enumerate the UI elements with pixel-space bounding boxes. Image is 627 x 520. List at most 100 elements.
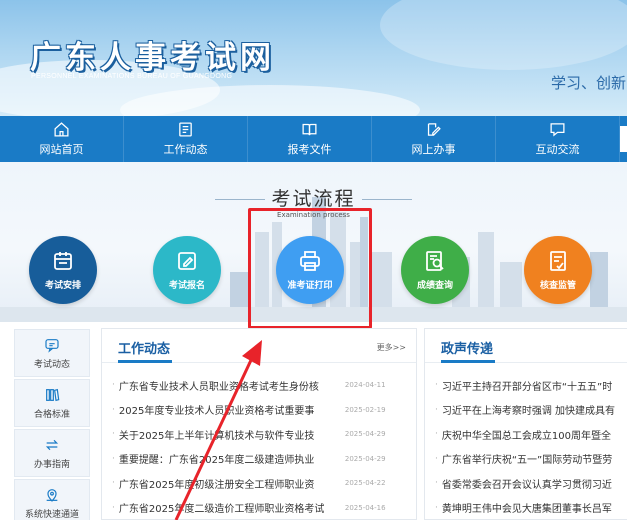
news-title[interactable]: 广东省专业技术人员职业资格考试考生身份核 <box>119 378 341 393</box>
bullet-dot: · <box>112 404 115 415</box>
sidebar-item-exam-news[interactable]: 考试动态 <box>14 329 90 377</box>
news-title[interactable]: 习近平主持召开部分省区市“十五五”时 <box>442 378 612 393</box>
politics-news-title[interactable]: 政声传递 <box>441 338 493 357</box>
step-verification-supervision-button[interactable]: 核查监管 <box>524 236 592 304</box>
step-label: 成绩查询 <box>416 281 453 291</box>
more-link[interactable]: 更多>> <box>377 342 406 353</box>
news-item[interactable]: · 黄坤明王伟中会见大唐集团董事长吕军 <box>435 496 627 520</box>
news-date: 2024-04-11 <box>344 381 386 390</box>
nav-item-label: 互动交流 <box>535 143 580 156</box>
step-label: 考试报名 <box>168 281 205 291</box>
news-title[interactable]: 广东省举行庆祝“五一”国际劳动节暨劳 <box>442 451 612 466</box>
sidebar-item-label: 办事指南 <box>33 459 70 470</box>
nav-item-label: 网站首页 <box>39 143 84 156</box>
step-score-query-button[interactable]: 成绩查询 <box>401 236 469 304</box>
title-underline <box>118 360 172 363</box>
search-doc-icon <box>426 251 444 271</box>
news-item[interactable]: · 重要提醒：广东省2025年度二级建造师执业 2025-04-29 <box>112 447 412 472</box>
news-title[interactable]: 习近平在上海考察时强调 加快建成具有 <box>442 402 615 417</box>
nav-item-home[interactable]: 网站首页 <box>0 116 124 162</box>
sidebar-item-label: 系统快速通道 <box>24 509 79 520</box>
step-exam-register-button[interactable]: 考试报名 <box>153 236 221 304</box>
books-icon <box>46 388 60 401</box>
bullet-dot: · <box>112 429 115 440</box>
news-title[interactable]: 省委常委会召开会议认真学习贯彻习近 <box>442 476 612 491</box>
bullet-dot: · <box>435 429 438 440</box>
panel-header: 政声传递 <box>425 329 627 363</box>
news-item[interactable]: · 广东省专业技术人员职业资格考试考生身份核 2024-04-11 <box>112 373 412 398</box>
step-exam-schedule-button[interactable]: 考试安排 <box>29 236 97 304</box>
work-news-title[interactable]: 工作动态 <box>118 338 170 357</box>
news-icon <box>179 122 192 137</box>
nav-item-work-news[interactable]: 工作动态 <box>124 116 248 162</box>
cloud-decoration <box>380 0 627 70</box>
sidebar-item-system-channel[interactable]: 系统快速通道 <box>14 479 90 520</box>
bullet-dot: · <box>435 453 438 464</box>
work-news-list: · 广东省专业技术人员职业资格考试考生身份核 2024-04-11 · 2025年度专… <box>112 373 412 520</box>
edit-icon <box>427 123 441 136</box>
site-header: 广东人事考试网 PERSONNEL EXAMINATIONS BUREAU OF… <box>0 0 627 116</box>
news-title[interactable]: 关于2025年上半年计算机技术与软件专业技 <box>119 427 341 442</box>
sidebar-item-pass-standard[interactable]: 合格标准 <box>14 379 90 427</box>
location-icon <box>46 488 58 502</box>
site-logo-subtitle: PERSONNEL EXAMINATIONS BUREAU OF GUANGDO… <box>31 73 233 80</box>
news-title[interactable]: 重要提醒：广东省2025年度二级建造师执业 <box>119 451 341 466</box>
step-label: 考试安排 <box>44 281 81 291</box>
sidebar-item-service-guide[interactable]: 办事指南 <box>14 429 90 477</box>
process-title: 考试流程 <box>0 184 627 211</box>
process-title-text: 考试流程 <box>271 188 356 210</box>
chat-icon <box>550 123 565 137</box>
news-item[interactable]: · 2025年度专业技术人员职业资格考试重要事 2025-02-19 <box>112 398 412 423</box>
news-date: 2025-04-29 <box>344 430 386 439</box>
nav-item-exam-docs[interactable]: 报考文件 <box>248 116 372 162</box>
site-logo-title[interactable]: 广东人事考试网 <box>30 32 275 77</box>
nav-item-label: 工作动态 <box>163 143 208 156</box>
news-item[interactable]: · 广东省2025年度初级注册安全工程师职业资 2025-04-22 <box>112 471 412 496</box>
bullet-dot: · <box>435 502 438 513</box>
bullet-dot: · <box>435 380 438 391</box>
bullet-dot: · <box>112 478 115 489</box>
title-underline <box>441 360 495 363</box>
step-label: 核查监管 <box>539 281 576 291</box>
pen-icon <box>178 252 196 270</box>
site-slogan: 学习、创新 <box>551 74 627 92</box>
bullet-dot: · <box>112 453 115 464</box>
book-icon <box>302 123 317 136</box>
sidebar-item-label: 合格标准 <box>33 409 70 420</box>
bullet-dot: · <box>112 380 115 391</box>
bullet-dot: · <box>112 502 115 513</box>
news-title[interactable]: 庆祝中华全国总工会成立100周年暨全 <box>442 427 611 442</box>
news-date: 2025-04-29 <box>344 454 386 463</box>
news-title[interactable]: 2025年度专业技术人员职业资格考试重要事 <box>119 402 341 417</box>
message-icon <box>45 338 59 353</box>
work-news-panel: 工作动态 更多>> · 广东省专业技术人员职业资格考试考生身份核 2024-04-1… <box>101 328 417 520</box>
home-icon <box>54 122 69 137</box>
nav-item-label: 报考文件 <box>287 143 332 156</box>
nav-partial-item <box>620 126 627 152</box>
news-date: 2025-04-22 <box>344 479 386 488</box>
news-item[interactable]: · 关于2025年上半年计算机技术与软件专业技 2025-04-29 <box>112 422 412 447</box>
panel-header: 工作动态 更多>> <box>102 329 416 363</box>
news-item[interactable]: · 习近平在上海考察时强调 加快建成具有 <box>435 398 627 423</box>
title-divider-right <box>361 199 412 200</box>
news-item[interactable]: · 习近平主持召开部分省区市“十五五”时 <box>435 373 627 398</box>
news-item[interactable]: · 广东省举行庆祝“五一”国际劳动节暨劳 <box>435 447 627 472</box>
nav-item-online-service[interactable]: 网上办事 <box>372 116 496 162</box>
nav-item-interaction[interactable]: 互动交流 <box>496 116 620 162</box>
news-title[interactable]: 黄坤明王伟中会见大唐集团董事长吕军 <box>442 500 612 515</box>
news-title[interactable]: 广东省2025年度初级注册安全工程师职业资 <box>119 476 341 491</box>
news-date: 2025-04-16 <box>344 503 386 512</box>
bullet-dot: · <box>435 404 438 415</box>
highlight-box <box>248 208 372 329</box>
verify-icon <box>550 251 566 271</box>
politics-news-list: · 习近平主持召开部分省区市“十五五”时 · 习近平在上海考察时强调 加快建成具有 … <box>435 373 627 520</box>
news-item[interactable]: · 庆祝中华全国总工会成立100周年暨全 <box>435 422 627 447</box>
calendar-icon <box>54 252 72 270</box>
exchange-icon <box>45 439 59 450</box>
news-title[interactable]: 广东省2025年度二级造价工程师职业资格考试 <box>119 500 341 515</box>
sidebar-item-label: 考试动态 <box>33 359 70 370</box>
title-divider-left <box>215 199 266 200</box>
news-item[interactable]: · 省委常委会召开会议认真学习贯彻习近 <box>435 471 627 496</box>
quick-sidebar: 考试动态 合格标准 办事指南 系统快速通道 <box>14 329 90 520</box>
news-item[interactable]: · 广东省2025年度二级造价工程师职业资格考试 2025-04-16 <box>112 496 412 520</box>
